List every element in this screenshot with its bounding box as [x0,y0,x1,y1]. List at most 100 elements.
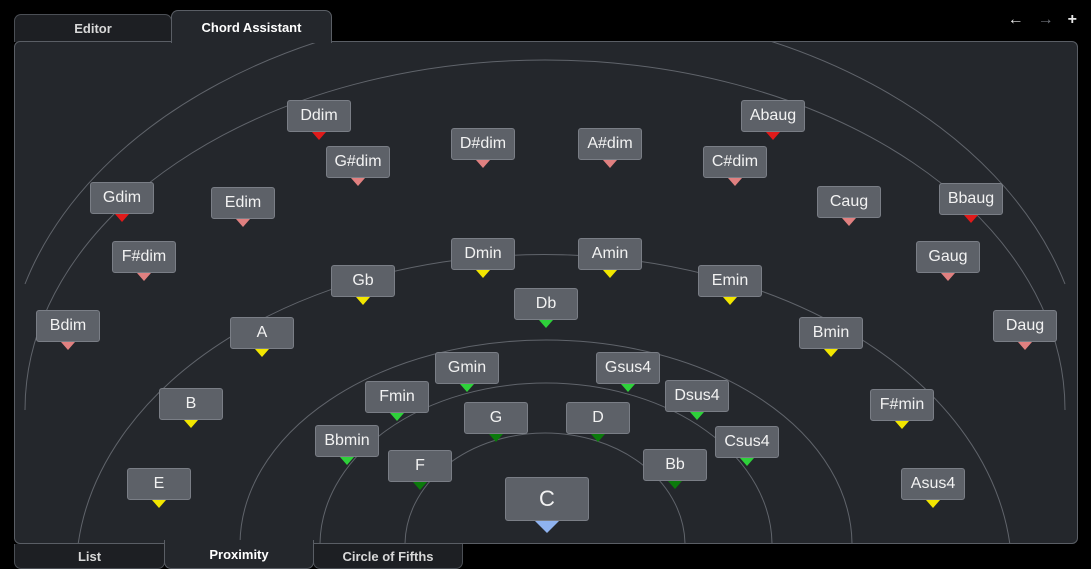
arc-ring-6 [24,42,1066,285]
chord-a[interactable]: A [230,317,294,357]
proximity-marker [728,178,742,186]
chord-label: Bbmin [324,432,370,449]
proximity-marker [255,349,269,357]
proximity-marker [236,219,250,227]
chord-bmin[interactable]: Bmin [799,317,863,357]
bottom-tab-bar: List Proximity Circle of Fifths [0,540,1091,569]
chord-label: Bdim [49,317,87,334]
chord-ddim[interactable]: Ddim [287,100,351,140]
chord-dsharpdim[interactable]: D#dim [451,128,515,168]
chord-label: Dmin [464,245,502,262]
top-tab-bar: Editor Chord Assistant ← → + [0,0,1091,43]
arrow-left-icon[interactable]: ← [1008,10,1024,30]
chord-label: G#dim [334,153,382,170]
chord-label: Gdim [102,189,142,206]
chord-label: F#dim [121,248,167,265]
chord-daug[interactable]: Daug [993,310,1057,350]
proximity-marker [61,342,75,350]
chord-e[interactable]: E [127,468,191,508]
chord-asharpdim[interactable]: A#dim [578,128,642,168]
proximity-marker [668,481,682,489]
tab-editor[interactable]: Editor [14,14,172,42]
chord-label: Fmin [379,388,415,405]
proximity-marker [591,434,605,442]
chord-bbmin[interactable]: Bbmin [315,425,379,465]
chord-amin[interactable]: Amin [578,238,642,278]
tab-circle-of-fifths[interactable]: Circle of Fifths [313,544,463,569]
chord-label: D [592,409,604,426]
chord-csus4[interactable]: Csus4 [715,426,779,466]
chord-label: B [185,395,197,412]
chord-abaug[interactable]: Abaug [741,100,805,140]
chord-fsharpmin[interactable]: F#min [870,389,934,429]
chord-center[interactable]: C [505,477,589,533]
chord-label: Gaug [928,248,968,265]
plus-icon[interactable]: + [1068,10,1077,30]
proximity-marker [115,214,129,222]
chord-gb[interactable]: Gb [331,265,395,305]
chord-label: C [539,486,555,511]
proximity-marker [824,349,838,357]
chord-label: Gb [352,272,374,289]
chord-caug[interactable]: Caug [817,186,881,226]
chord-label: Daug [1005,317,1045,334]
chord-gsharpdim[interactable]: G#dim [326,146,390,186]
chord-label: Abaug [749,107,797,124]
chord-edim[interactable]: Edim [211,187,275,227]
chord-label: Emin [711,272,749,289]
chord-csharpdim[interactable]: C#dim [703,146,767,186]
chord-label: Amin [591,245,629,262]
chord-gdim[interactable]: Gdim [90,182,154,222]
chord-g[interactable]: G [464,402,528,442]
proximity-marker [964,215,978,223]
chord-label: Dsus4 [674,387,720,404]
chord-db[interactable]: Db [514,288,578,328]
chord-f[interactable]: F [388,450,452,490]
proximity-marker [941,273,955,281]
chord-label: Edim [224,194,262,211]
chord-asus4[interactable]: Asus4 [901,468,965,508]
proximity-marker [340,457,354,465]
tab-chord-assistant[interactable]: Chord Assistant [171,10,332,43]
proximity-marker [152,500,166,508]
chord-label: Db [535,295,557,312]
chord-bdim[interactable]: Bdim [36,310,100,350]
proximity-marker [390,413,404,421]
arc-ring-5 [24,59,1066,411]
chord-fmin[interactable]: Fmin [365,381,429,421]
proximity-marker [535,521,559,533]
chord-label: D#dim [459,135,507,152]
chord-bb[interactable]: Bb [643,449,707,489]
tab-proximity[interactable]: Proximity [164,540,314,569]
chord-label: E [153,475,165,492]
chord-label: Bbaug [947,190,995,207]
chord-label: C#dim [711,153,759,170]
chord-label: Gsus4 [604,359,652,376]
proximity-marker [137,273,151,281]
chord-emin[interactable]: Emin [698,265,762,305]
chord-d[interactable]: D [566,402,630,442]
chord-gsus4[interactable]: Gsus4 [596,352,660,392]
chord-label: Bmin [812,324,850,341]
chord-label: Csus4 [724,433,770,450]
proximity-marker [184,420,198,428]
proximity-marker [603,160,617,168]
chord-gmin[interactable]: Gmin [435,352,499,392]
proximity-marker [842,218,856,226]
chord-gaug[interactable]: Gaug [916,241,980,281]
chord-b[interactable]: B [159,388,223,428]
arrow-right-icon[interactable]: → [1038,10,1054,30]
chord-dsus4[interactable]: Dsus4 [665,380,729,420]
proximity-marker [926,500,940,508]
proximity-marker [476,160,490,168]
proximity-marker [895,421,909,429]
chord-label: F#min [879,396,925,413]
chord-fsharpdim[interactable]: F#dim [112,241,176,281]
tab-list[interactable]: List [14,544,165,569]
chord-label: Asus4 [910,475,956,492]
chord-label: F [415,457,425,474]
chord-dmin[interactable]: Dmin [451,238,515,278]
chord-bbaug[interactable]: Bbaug [939,183,1003,223]
proximity-marker [413,482,427,490]
proximity-marker [603,270,617,278]
